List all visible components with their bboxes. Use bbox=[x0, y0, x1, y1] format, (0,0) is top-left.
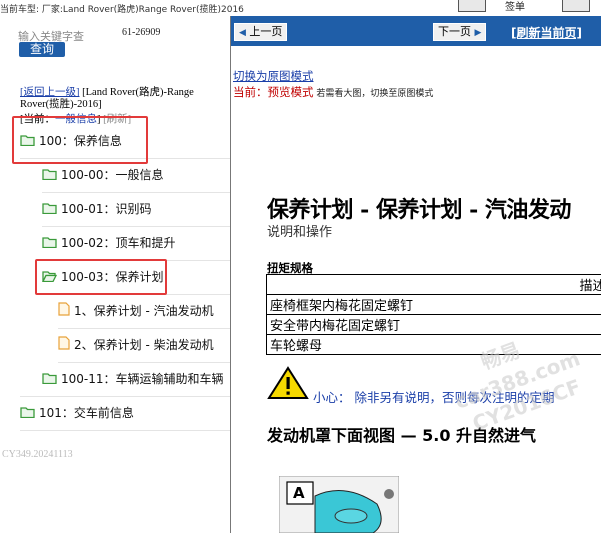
mode-label: 当前：预览模式 bbox=[233, 87, 314, 99]
tree-item-label: 100-00：一般信息 bbox=[61, 168, 164, 182]
table-cell: 安全带内梅花固定螺钉 bbox=[267, 315, 601, 335]
search-button[interactable]: 查询 bbox=[19, 42, 65, 57]
mode-hint: 若需看大图，切换至原图模式 bbox=[316, 88, 433, 98]
refresh-page-link[interactable]: [刷新当前页] bbox=[511, 24, 582, 41]
version-watermark: CY349.20241113 bbox=[2, 449, 73, 460]
back-link[interactable]: [返回上一级] bbox=[20, 87, 80, 98]
tree-item-100-01[interactable]: 100-01：识别码 bbox=[42, 199, 152, 219]
breadcrumb: [返回上一级] [Land Rover(路虎)-Range Rover(揽胜)-… bbox=[20, 87, 230, 111]
tree-item-101[interactable]: 101：交车前信息 bbox=[20, 403, 134, 423]
mode-indicator: 当前：预览模式 若需看大图，切换至原图模式 bbox=[233, 84, 433, 100]
tree-item-label: 101：交车前信息 bbox=[39, 406, 134, 420]
table-cell: 座椅框架内梅花固定螺钉 bbox=[267, 295, 601, 315]
table-row: 座椅框架内梅花固定螺钉 bbox=[267, 295, 601, 315]
switch-original-mode-link[interactable]: 切换为原图模式 bbox=[233, 68, 314, 84]
tree-item-label: 100-02：顶车和提升 bbox=[61, 236, 176, 250]
tree-item-gasoline-plan[interactable]: 1、保养计划 - 汽油发动机 bbox=[58, 301, 214, 321]
top-bar: 当前车型: 厂家:Land Rover(路虎)Range Rover(揽胜)20… bbox=[0, 0, 601, 16]
folder-icon bbox=[42, 370, 57, 390]
tree-item-label: 100-11：车辆运输辅助和车辆 bbox=[61, 372, 224, 386]
highlight-box bbox=[35, 259, 167, 295]
tree-item-label: 1、保养计划 - 汽油发动机 bbox=[74, 304, 214, 318]
highlight-box bbox=[12, 116, 148, 164]
table-header-row: 描述 bbox=[267, 275, 601, 295]
tree-item-100-02[interactable]: 100-02：顶车和提升 bbox=[42, 233, 176, 253]
tree-item-label: 2、保养计划 - 柴油发动机 bbox=[74, 338, 214, 352]
tree-item-100-11[interactable]: 100-11：车辆运输辅助和车辆 bbox=[42, 369, 230, 389]
table-cell: 车轮螺母 bbox=[267, 335, 601, 355]
page-subtitle: 说明和操作 bbox=[267, 221, 332, 240]
prev-page-button[interactable]: ◀ 上一页 bbox=[234, 23, 287, 41]
toolbar-icon[interactable] bbox=[458, 0, 486, 12]
top-right-label[interactable]: 签单 bbox=[505, 0, 525, 13]
arrow-right-icon: ▶ bbox=[475, 28, 482, 38]
folder-icon bbox=[42, 234, 57, 254]
document-icon bbox=[58, 336, 70, 356]
divider bbox=[58, 362, 230, 363]
table-header-cell: 描述 bbox=[267, 275, 601, 295]
visit-count: 61-26909 bbox=[122, 27, 162, 39]
tree-item-100-00[interactable]: 100-00：一般信息 bbox=[42, 165, 164, 185]
torque-table: 描述 座椅框架内梅花固定螺钉 安全带内梅花固定螺钉 车轮螺母 bbox=[266, 274, 601, 355]
folder-icon bbox=[42, 166, 57, 186]
arrow-left-icon: ◀ bbox=[239, 28, 246, 38]
switch-link-label: 切换为原图模式 bbox=[233, 71, 314, 83]
next-page-button[interactable]: 下一页 ▶ bbox=[433, 23, 486, 41]
caution-label: 小心： bbox=[313, 390, 351, 405]
prev-page-label: 上一页 bbox=[249, 25, 282, 38]
warning-icon bbox=[267, 366, 311, 400]
folder-icon bbox=[20, 404, 35, 424]
divider bbox=[20, 396, 230, 397]
toolbar-icon[interactable] bbox=[562, 0, 590, 12]
divider bbox=[58, 328, 230, 329]
tree-item-diesel-plan[interactable]: 2、保养计划 - 柴油发动机 bbox=[58, 335, 214, 355]
current-model-text: 当前车型: 厂家:Land Rover(路虎)Range Rover(揽胜)20… bbox=[0, 2, 244, 15]
divider bbox=[42, 226, 230, 227]
tree-item-label: 100-01：识别码 bbox=[61, 202, 152, 216]
search-input[interactable]: 输入关键字查 bbox=[18, 28, 116, 42]
next-page-label: 下一页 bbox=[438, 25, 471, 38]
divider bbox=[42, 192, 230, 193]
table-row: 车轮螺母 bbox=[267, 335, 601, 355]
table-row: 安全带内梅花固定螺钉 bbox=[267, 315, 601, 335]
folder-icon bbox=[42, 200, 57, 220]
divider bbox=[20, 430, 230, 431]
engine-figure: A bbox=[279, 476, 399, 533]
figure-label: A bbox=[293, 484, 305, 502]
document-icon bbox=[58, 302, 70, 322]
page-title: 保养计划 - 保养计划 - 汽油发动 bbox=[267, 192, 571, 224]
nav-bar: ◀ 上一页 下一页 ▶ [刷新当前页] bbox=[231, 16, 601, 46]
